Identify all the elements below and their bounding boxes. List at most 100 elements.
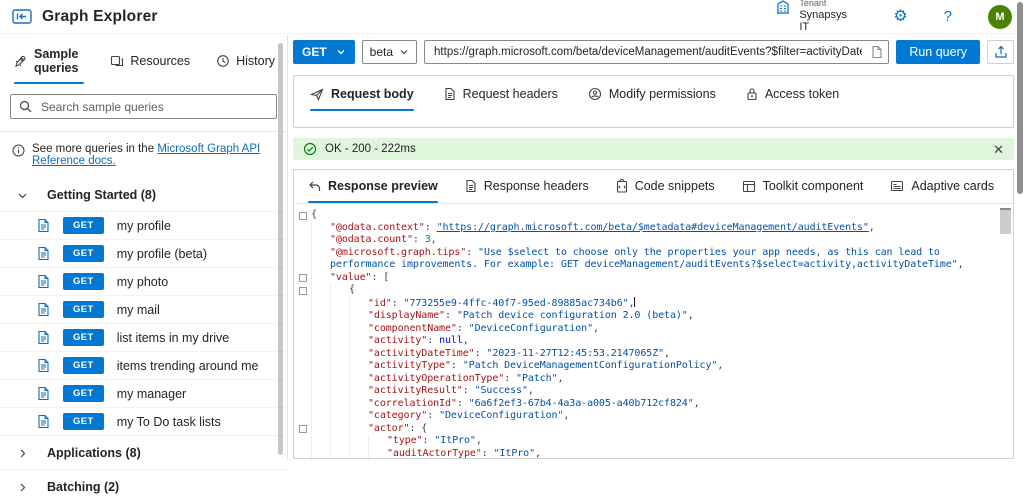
json-gutter [296, 348, 311, 361]
tab-request-body[interactable]: Request body [310, 87, 414, 111]
response-scrollbar[interactable] [1000, 208, 1011, 234]
indent-guide [349, 373, 368, 386]
page-scrollbar-thumb[interactable] [1017, 2, 1023, 194]
indent-guide [349, 448, 368, 459]
tab-label: Response preview [328, 179, 438, 193]
api-version-dropdown[interactable]: beta [362, 40, 417, 64]
indent-guide [349, 348, 368, 361]
document-icon [37, 302, 50, 317]
group-label: Getting Started (8) [47, 188, 156, 202]
share-query-button[interactable] [987, 40, 1014, 64]
json-gutter [296, 323, 311, 336]
tenant-info[interactable]: Tenant Synapsys IT [775, 0, 857, 34]
clipboard-icon [616, 179, 628, 193]
user-avatar[interactable]: M [988, 5, 1012, 29]
collapse-toggle-icon[interactable] [296, 209, 311, 222]
page-title: Graph Explorer [42, 8, 158, 26]
sample-query-row[interactable]: GETmy photo [0, 267, 287, 295]
group-getting-started[interactable]: Getting Started (8) [0, 178, 287, 211]
sample-query-label: items trending around me [117, 359, 259, 373]
indent-guide [311, 297, 330, 311]
checkmark-circle-icon [303, 142, 317, 156]
sidebar-tabs: Sample queries Resources History [0, 35, 287, 84]
tab-sample-queries[interactable]: Sample queries [14, 47, 84, 84]
tenant-name: Synapsys IT [799, 9, 857, 33]
json-line: "value": [ [296, 272, 995, 285]
indent-guide [311, 423, 330, 436]
help-icon[interactable]: ? [944, 8, 952, 25]
http-method-dropdown[interactable]: GET [293, 40, 355, 64]
tab-toolkit-component[interactable]: Toolkit component [742, 179, 864, 203]
document-icon [37, 246, 50, 261]
sample-query-row[interactable]: GETmy manager [0, 379, 287, 407]
indent-guide [330, 310, 349, 323]
tab-response-headers[interactable]: Response headers [465, 179, 589, 203]
json-line: "type": "ItPro", [296, 435, 995, 448]
chevron-right-icon [17, 482, 28, 493]
sample-query-row[interactable]: GETlist items in my drive [0, 323, 287, 351]
collapse-toggle-icon[interactable] [296, 284, 311, 297]
json-line: "id": "773255e9-4ffc-40f7-95ed-89885ac73… [296, 297, 995, 311]
tab-resources[interactable]: Resources [110, 47, 190, 84]
json-line: { [296, 209, 995, 222]
building-icon [775, 0, 791, 15]
search-input[interactable] [39, 99, 268, 115]
document-icon[interactable] [871, 45, 883, 59]
status-message: OK - 200 - 222ms [325, 143, 416, 155]
sample-query-row[interactable]: GETmy To Do task lists [0, 407, 287, 435]
tab-label: Request headers [463, 87, 558, 101]
indent-guide [349, 410, 368, 423]
json-gutter [296, 385, 311, 398]
search-icon [19, 100, 32, 113]
tab-adaptive-cards[interactable]: Adaptive cards [890, 179, 994, 203]
page-scrollbar[interactable] [1016, 0, 1024, 459]
json-line: { [296, 284, 995, 297]
close-icon[interactable]: ✕ [993, 143, 1004, 156]
json-line: "activityOperationType": "Patch", [296, 373, 995, 386]
response-tabs: Response preview Response headers Code s… [294, 170, 1013, 204]
settings-gear-icon[interactable]: ⚙ [893, 9, 907, 25]
sidebar-toggle-button[interactable]: Graph Explorer [12, 8, 158, 26]
collapse-toggle-icon[interactable] [296, 272, 311, 285]
run-query-button[interactable]: Run query [896, 40, 980, 64]
collapse-toggle-icon[interactable] [296, 423, 311, 436]
tab-label: History [236, 54, 275, 68]
group-label: Applications (8) [47, 446, 141, 460]
json-gutter [296, 435, 311, 448]
sample-query-row[interactable]: GETmy mail [0, 295, 287, 323]
indent-guide [330, 284, 349, 297]
method-badge: GET [63, 329, 104, 346]
tab-access-token[interactable]: Access token [746, 87, 839, 111]
sample-query-row[interactable]: GETmy profile (beta) [0, 239, 287, 267]
sample-query-row[interactable]: GETitems trending around me [0, 351, 287, 379]
sample-query-row[interactable]: GETmy profile [0, 211, 287, 239]
tab-response-preview[interactable]: Response preview [308, 179, 438, 203]
api-version-value: beta [370, 45, 393, 59]
tab-label: Modify permissions [609, 87, 716, 101]
indent-guide [368, 448, 387, 459]
tab-request-headers[interactable]: Request headers [444, 87, 558, 111]
person-permission-icon [588, 87, 602, 101]
indent-guide [311, 247, 330, 272]
group-batching[interactable]: Batching (2) [0, 469, 287, 503]
request-panel: Request body Request headers Modify perm… [293, 75, 1014, 128]
json-gutter [296, 297, 311, 311]
document-icon [465, 179, 477, 193]
sidebar-scrollbar[interactable] [278, 43, 283, 455]
tab-label: Response headers [484, 179, 589, 193]
tab-code-snippets[interactable]: Code snippets [616, 179, 715, 203]
indent-guide [330, 373, 349, 386]
sample-query-label: my manager [117, 387, 186, 401]
tab-modify-permissions[interactable]: Modify permissions [588, 87, 716, 111]
group-applications[interactable]: Applications (8) [0, 435, 287, 469]
info-text: See more queries in the Microsoft Graph … [32, 143, 275, 167]
card-icon [890, 180, 904, 192]
json-line: "auditActorType": "ItPro", [296, 448, 995, 459]
json-line: "activity": null, [296, 335, 995, 348]
tab-history[interactable]: History [216, 47, 275, 84]
request-url-input[interactable] [424, 40, 889, 64]
document-icon [37, 218, 50, 233]
indent-guide [311, 335, 330, 348]
info-row: See more queries in the Microsoft Graph … [0, 132, 287, 178]
response-json[interactable]: {"@odata.context": "https://graph.micros… [294, 204, 1013, 458]
